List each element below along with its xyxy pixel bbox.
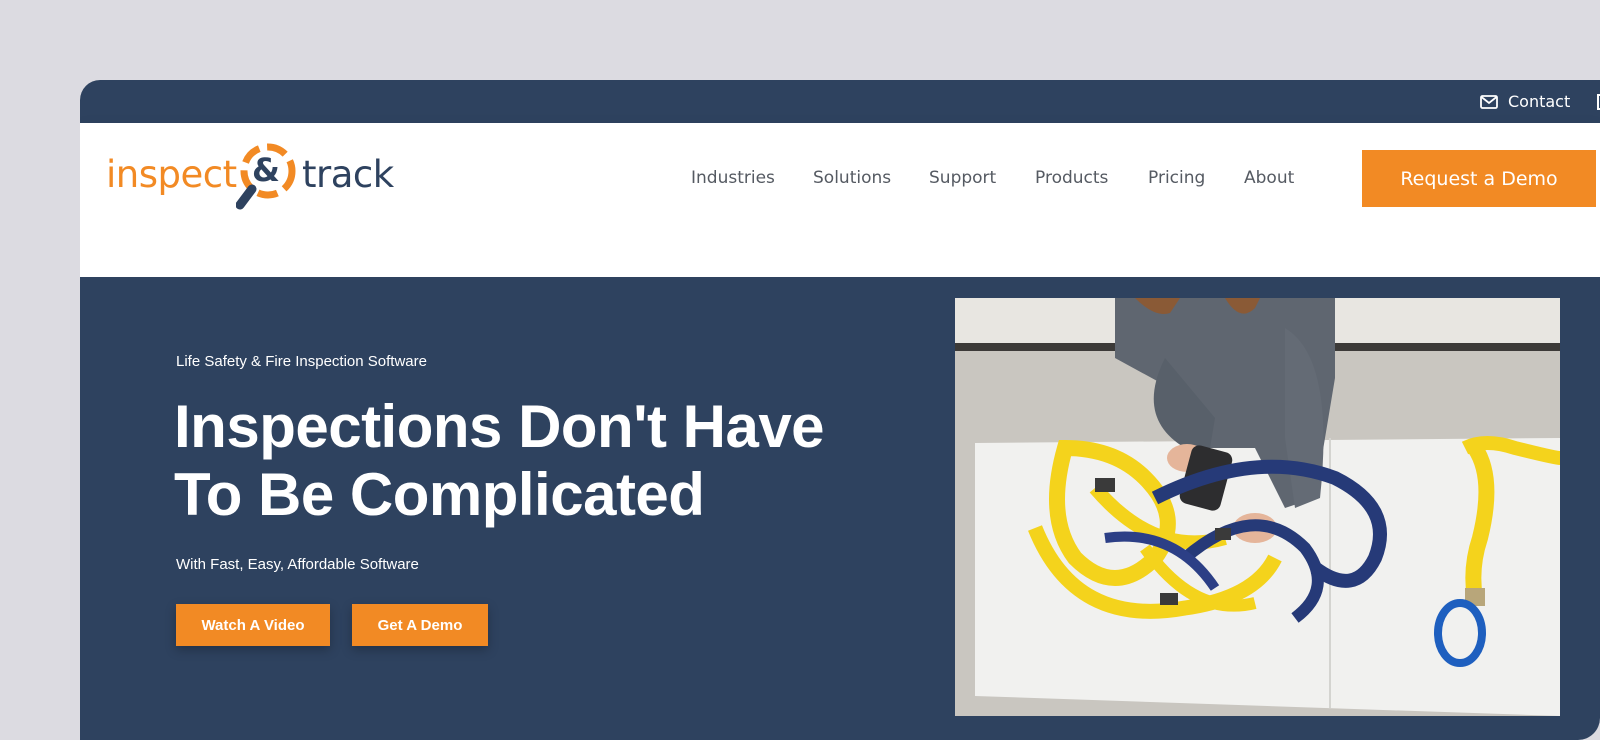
hero-eyebrow: Life Safety & Fire Inspection Software	[176, 353, 427, 370]
contact-link[interactable]: Contact	[1480, 80, 1570, 123]
watch-video-button[interactable]: Watch A Video	[176, 604, 330, 646]
hero-section: Life Safety & Fire Inspection Software I…	[80, 277, 1600, 740]
nav-item-solutions[interactable]: Solutions	[813, 168, 891, 188]
hero-headline-line1: Inspections Don't Have	[174, 393, 825, 460]
hero-subline: With Fast, Easy, Affordable Software	[176, 556, 419, 573]
website-viewport: Contact inspect & track Industries Solut…	[80, 80, 1600, 740]
hero-photo	[955, 298, 1560, 716]
nav-item-support[interactable]: Support	[929, 168, 996, 188]
envelope-icon	[1480, 94, 1498, 109]
nav-item-industries[interactable]: Industries	[691, 168, 775, 188]
top-utility-bar: Contact	[80, 80, 1600, 123]
contact-label: Contact	[1508, 92, 1571, 111]
nav-item-pricing[interactable]: Pricing	[1148, 168, 1205, 188]
header-spacer	[80, 233, 1600, 277]
request-demo-button[interactable]: Request a Demo	[1362, 150, 1596, 207]
hero-headline: Inspections Don't Have To Be Complicated	[174, 393, 874, 529]
nav-item-about[interactable]: About	[1244, 168, 1294, 188]
site-header: inspect & track Industries Solutions Sup…	[80, 123, 1600, 233]
nav-item-products[interactable]: Products	[1035, 168, 1108, 188]
hero-headline-line2: To Be Complicated	[174, 461, 705, 528]
get-demo-button[interactable]: Get A Demo	[352, 604, 488, 646]
page-frame: Contact inspect & track Industries Solut…	[0, 0, 1600, 740]
